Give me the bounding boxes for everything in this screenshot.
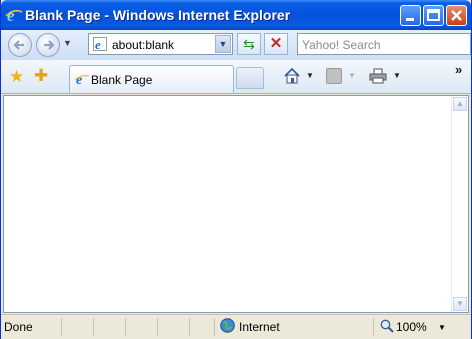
magnifier-icon[interactable] — [380, 319, 394, 333]
forward-button[interactable] — [36, 33, 60, 57]
close-icon — [451, 10, 462, 21]
scroll-up-button[interactable]: ▲ — [453, 97, 467, 111]
print-dropdown[interactable]: ▼ — [393, 71, 401, 80]
forward-arrow-icon — [44, 40, 55, 50]
search-input[interactable]: Yahoo! Search — [302, 38, 381, 52]
svg-text:e: e — [76, 73, 82, 86]
vertical-scrollbar[interactable]: ▲ ▼ — [451, 96, 468, 312]
star-icon[interactable]: ★ — [9, 67, 24, 87]
status-divider — [125, 318, 126, 336]
minimize-icon — [406, 18, 414, 21]
svg-text:e: e — [95, 37, 101, 51]
recent-pages-dropdown[interactable]: ▼ — [63, 38, 72, 48]
maximize-icon — [427, 9, 440, 21]
refresh-button[interactable]: ⇆ — [237, 33, 261, 55]
search-box[interactable]: Yahoo! Search — [297, 33, 471, 55]
maximize-button[interactable] — [423, 5, 444, 26]
stop-icon: ✕ — [269, 35, 283, 52]
new-tab-button[interactable] — [236, 67, 264, 89]
browser-window: e Blank Page - Windows Internet Explorer… — [0, 0, 472, 339]
back-arrow-icon — [13, 40, 24, 50]
close-button[interactable] — [446, 5, 467, 26]
scroll-down-button[interactable]: ▼ — [453, 297, 467, 311]
address-dropdown-button[interactable]: ▼ — [215, 35, 231, 53]
zoom-level[interactable]: 100% — [396, 320, 427, 334]
tab-blank-page[interactable]: e Blank Page — [69, 65, 234, 93]
ie-icon: e — [75, 73, 89, 86]
address-toolbar: ▼ e about:blank ▼ ⇆ ✕ Yahoo! Search — [1, 30, 471, 60]
title-bar[interactable]: e Blank Page - Windows Internet Explorer — [1, 0, 471, 30]
stop-button[interactable]: ✕ — [264, 33, 288, 55]
home-icon[interactable] — [283, 67, 301, 85]
address-input[interactable]: about:blank — [112, 38, 174, 52]
security-zone-label[interactable]: Internet — [239, 320, 280, 334]
ie-page-icon: e — [93, 37, 107, 51]
back-button[interactable] — [8, 33, 32, 57]
address-bar[interactable]: e about:blank ▼ — [88, 33, 233, 55]
window-title: Blank Page - Windows Internet Explorer — [25, 7, 291, 23]
more-tools-chevron[interactable]: » — [455, 62, 462, 77]
minimize-button[interactable] — [400, 5, 421, 26]
refresh-icon: ⇆ — [243, 36, 255, 52]
ie-icon: e — [5, 6, 23, 24]
status-divider — [189, 318, 190, 336]
feeds-icon[interactable] — [326, 68, 342, 84]
status-bar: Done Internet 100% ▼ — [1, 314, 471, 339]
page-content: ▲ ▼ — [3, 95, 469, 313]
status-divider — [214, 318, 215, 336]
globe-icon — [220, 318, 235, 333]
tab-label: Blank Page — [91, 73, 153, 87]
zoom-dropdown[interactable]: ▼ — [438, 323, 446, 332]
add-favorites-icon[interactable]: ✚ — [34, 66, 48, 86]
tab-toolbar: ★ ✚ e Blank Page ▼ ▼ ▼ » — [1, 60, 471, 94]
status-text: Done — [4, 320, 33, 334]
status-divider — [93, 318, 94, 336]
status-divider — [373, 318, 374, 336]
status-divider — [61, 318, 62, 336]
status-divider — [157, 318, 158, 336]
feeds-dropdown[interactable]: ▼ — [348, 71, 356, 80]
home-dropdown[interactable]: ▼ — [306, 71, 314, 80]
printer-icon[interactable] — [369, 68, 387, 84]
